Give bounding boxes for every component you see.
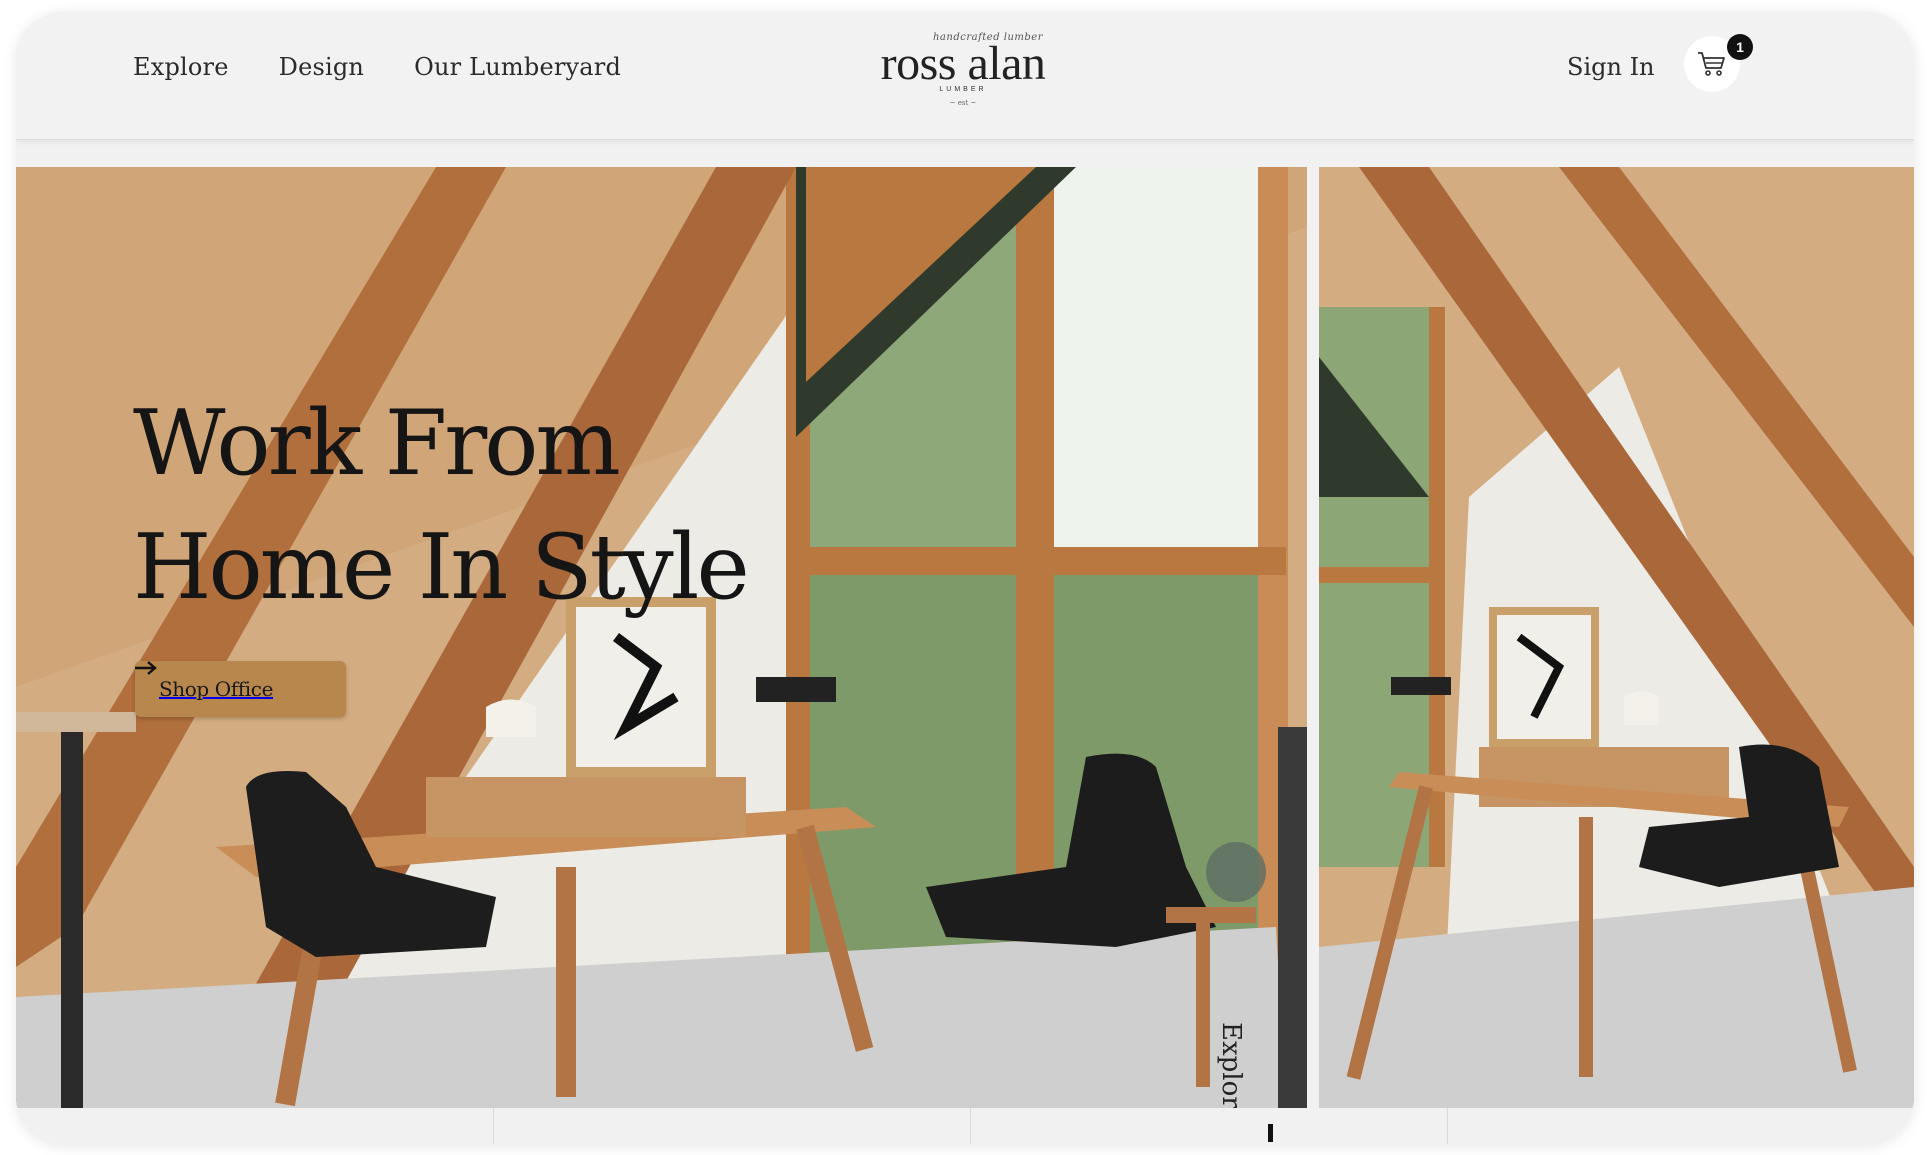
preview-image [1319,167,1914,1108]
primary-nav: Explore Design Our Lumberyard [133,53,621,81]
hero-headline: Work From Home In Style [133,382,833,630]
hero-headline-line2: Home In Style [133,515,750,620]
cart-count-badge: 1 [1727,34,1753,60]
browser-page: Explore Design Our Lumberyard handcrafte… [16,12,1914,1144]
cart-icon [1698,52,1725,76]
hero-headline-line1: Work From [133,391,621,496]
nav-design[interactable]: Design [279,53,364,81]
logo-name: ross alan [880,37,1046,90]
divider [493,1108,494,1144]
divider [970,1108,971,1144]
logo-est: ~ est ~ [949,99,977,107]
brand-logo[interactable]: handcrafted lumber ross alan LUMBER ~ es… [878,32,1048,122]
explore-vertical-link[interactable]: Explore [1216,1022,1246,1108]
site-header: Explore Design Our Lumberyard handcrafte… [16,12,1914,140]
arrow-right-icon [135,661,157,675]
hero-image [16,167,1307,1108]
sign-in-link[interactable]: Sign In [1567,53,1655,81]
scroll-indicator [1268,1124,1273,1142]
nav-explore[interactable]: Explore [133,53,229,81]
next-slide-preview[interactable] [1319,167,1914,1108]
hero-section: Work From Home In Style Shop Office Expl… [16,167,1307,1108]
divider [1447,1108,1448,1144]
nav-our-lumberyard[interactable]: Our Lumberyard [414,53,621,81]
shop-office-button[interactable]: Shop Office [135,661,346,717]
bottom-strip [16,1108,1914,1144]
shop-office-label: Shop Office [159,677,274,701]
